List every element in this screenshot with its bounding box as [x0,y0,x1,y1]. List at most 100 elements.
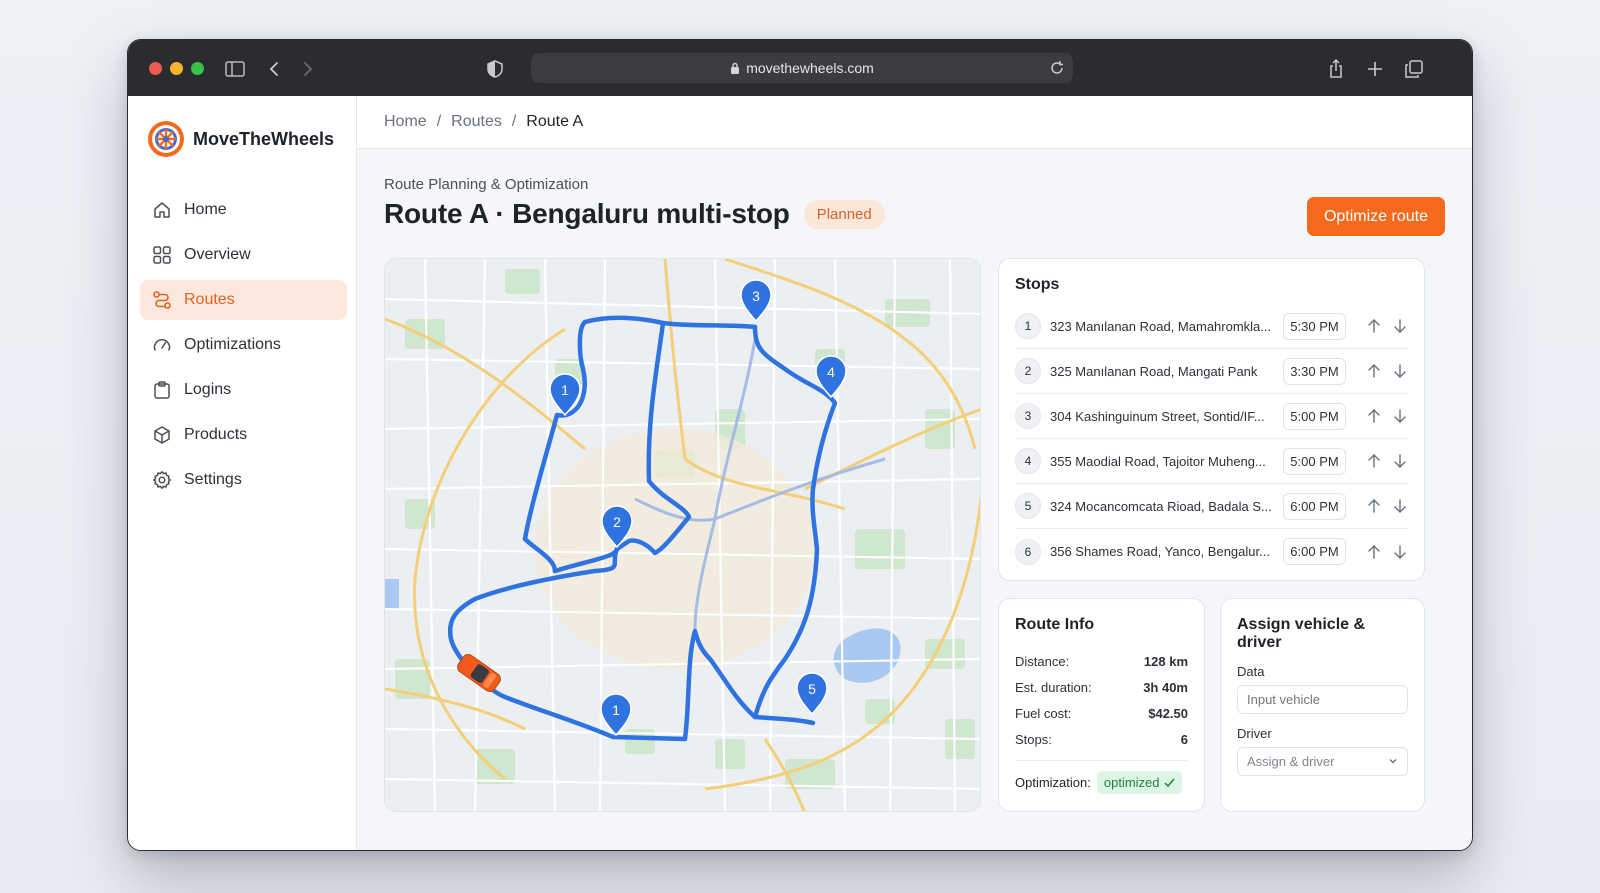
breadcrumb-separator: / [511,113,517,130]
stop-time[interactable]: 6:00 PM [1283,492,1346,520]
tabs-overview-icon[interactable] [1403,58,1425,80]
address-bar[interactable]: movethewheels.com [531,53,1073,83]
share-icon[interactable] [1325,58,1347,80]
optimization-label: Optimization: [1015,775,1091,790]
sidebar-item-settings[interactable]: Settings [140,460,347,500]
close-window-button[interactable] [149,62,162,75]
breadcrumb-separator: / [436,113,442,130]
vehicle-input[interactable] [1237,685,1408,714]
list-item[interactable]: 5 324 Mocancomcata Rioad, Badala S... 6:… [1015,484,1408,529]
arrow-down-icon[interactable] [1392,318,1408,334]
page-title: Route A · Bengaluru multi-stop [384,198,790,229]
stop-number: 1 [1015,313,1041,339]
route-icon [153,291,171,309]
info-row-fuel: Fuel cost: $42.50 [1015,700,1188,726]
sidebar-item-routes[interactable]: Routes [140,280,347,320]
info-label: Fuel cost: [1015,705,1072,721]
arrow-up-icon[interactable] [1366,453,1382,469]
sidebar-item-optimizations[interactable]: Optimizations [140,325,347,365]
map-canvas[interactable]: 3 1 4 2 5 1 [385,259,981,812]
data-label: Data [1237,664,1265,679]
stop-time[interactable]: 6:00 PM [1283,538,1346,565]
window-controls [149,62,204,75]
stop-time[interactable]: 5:00 PM [1283,402,1346,430]
sidebar-item-home[interactable]: Home [140,190,347,230]
sidebar-toggle-icon[interactable] [224,58,246,80]
arrow-up-icon[interactable] [1366,318,1382,334]
back-icon[interactable] [263,58,285,80]
reload-icon[interactable] [1049,60,1065,76]
breadcrumb-home[interactable]: Home [384,113,427,131]
info-value: 3h 40m [1143,679,1188,695]
info-value: 6 [1180,731,1188,747]
route-info-heading: Route Info [1015,616,1095,633]
sidebar-item-logins[interactable]: Logins [140,370,347,410]
sidebar: MoveTheWheels Home Overview Routes Optim… [128,96,357,850]
lock-icon [731,62,740,74]
sidebar-nav: Home Overview Routes Optimizations Login… [140,190,347,505]
gear-icon [153,471,171,489]
stop-number: 4 [1015,448,1041,474]
box-icon [154,426,170,444]
status-badge: Planned [803,199,885,229]
arrow-down-icon[interactable] [1392,453,1408,469]
arrow-up-icon[interactable] [1366,498,1382,514]
list-item[interactable]: 2 325 Manılanan Road, Mangati Pank 3:30 … [1015,349,1408,394]
stop-time[interactable]: 5:00 PM [1283,447,1346,475]
optimization-status-text: optimized [1103,775,1160,790]
stop-number: 6 [1015,538,1041,565]
arrow-down-icon[interactable] [1392,498,1408,514]
driver-select[interactable]: Assign & driver [1237,747,1408,776]
check-icon [1163,778,1175,787]
route-info-card: Route Info Distance: 128 km Est. duratio… [998,598,1205,812]
arrow-up-icon[interactable] [1366,363,1382,379]
arrow-down-icon[interactable] [1392,544,1408,560]
sidebar-item-label: Overview [184,246,251,263]
marker-label: 5 [808,681,816,697]
stop-address: 355 Maodial Road, Tajoitor Muheng... [1050,453,1266,469]
arrow-up-icon[interactable] [1366,544,1382,560]
breadcrumb-routes[interactable]: Routes [451,113,502,131]
info-row-distance: Distance: 128 km [1015,648,1188,674]
arrow-up-icon[interactable] [1366,408,1382,424]
sidebar-item-products[interactable]: Products [140,415,347,455]
marker-label: 1 [612,702,620,718]
minimize-window-button[interactable] [170,62,183,75]
divider [1015,760,1188,761]
info-label: Distance: [1015,653,1070,669]
list-item[interactable]: 4 355 Maodial Road, Tajoitor Muheng... 5… [1015,439,1408,484]
new-tab-icon[interactable] [1364,58,1386,80]
shield-icon[interactable] [484,58,506,80]
info-row-stops: Stops: 6 [1015,726,1188,752]
clipboard-icon [154,381,170,399]
app-root: MoveTheWheels Home Overview Routes Optim… [128,96,1472,850]
grid-icon [153,246,171,264]
info-label: Est. duration: [1015,679,1092,695]
optimize-route-button[interactable]: Optimize route [1306,197,1445,236]
brand[interactable]: MoveTheWheels [147,120,334,158]
optimization-status-badge: optimized [1096,771,1182,794]
arrow-down-icon[interactable] [1392,408,1408,424]
route-map[interactable]: 3 1 4 2 5 1 [384,258,981,812]
stop-address: 356 Shames Road, Yanco, Bengalur... [1050,544,1270,559]
chevron-down-icon [1389,759,1397,764]
list-item[interactable]: 1 323 Manılanan Road, Mamahromkla... 5:3… [1015,304,1408,349]
driver-label: Driver [1237,726,1272,741]
list-item[interactable]: 3 304 Kashinguinum Street, Sontid/IF... … [1015,394,1408,439]
stop-time[interactable]: 5:30 PM [1283,312,1346,340]
breadcrumb-current: Route A [526,113,584,130]
stops-card: Stops 1 323 Manılanan Road, Mamahromkla.… [998,258,1425,581]
maximize-window-button[interactable] [191,62,204,75]
stop-address: 324 Mocancomcata Rioad, Badala S... [1050,498,1272,514]
home-icon [154,202,170,218]
stop-number: 2 [1015,358,1041,384]
driver-select-value: Assign & driver [1247,754,1335,769]
assign-vehicle-card: Assign vehicle & driver Data Driver Assi… [1220,598,1425,812]
gauge-icon [153,339,171,351]
forward-icon[interactable] [297,58,319,80]
sidebar-item-overview[interactable]: Overview [140,235,347,275]
breadcrumb: Home / Routes / Route A [357,96,1472,149]
arrow-down-icon[interactable] [1392,363,1408,379]
list-item[interactable]: 6 356 Shames Road, Yanco, Bengalur... 6:… [1015,529,1408,574]
stop-time[interactable]: 3:30 PM [1283,357,1346,385]
